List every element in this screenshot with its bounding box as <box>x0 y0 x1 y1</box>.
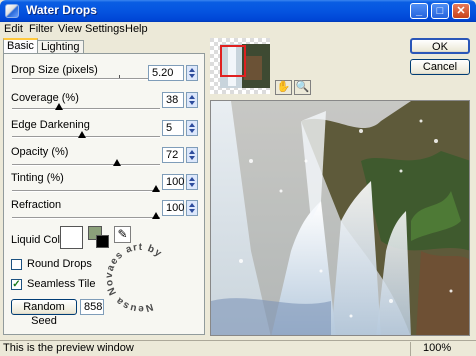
status-bar: This is the preview window 100% <box>0 340 476 356</box>
tinting-label: Tinting (%) <box>11 172 64 184</box>
refraction-slider-track[interactable] <box>12 217 160 219</box>
window-title: Water Drops <box>26 3 97 17</box>
round-drops-checkbox[interactable] <box>11 259 22 270</box>
coverage-label: Coverage (%) <box>11 92 79 104</box>
hand-tool-icon[interactable]: ✋ <box>275 80 292 95</box>
preview-window[interactable] <box>210 100 470 336</box>
edge-darkening-slider-thumb[interactable] <box>78 131 86 138</box>
opacity-label: Opacity (%) <box>11 146 69 158</box>
preview-thumbnail[interactable] <box>210 38 270 94</box>
watermark-signature: Neusa Novaes art by <box>102 240 178 316</box>
menu-help[interactable]: Help <box>125 23 148 35</box>
random-seed-button[interactable]: Random Seed <box>11 299 77 327</box>
menu-filter[interactable]: Filter <box>29 23 53 35</box>
coverage-slider-track[interactable] <box>12 108 160 110</box>
opacity-input[interactable]: 72 <box>162 147 184 163</box>
close-button[interactable]: ✕ <box>452 3 470 19</box>
coverage-slider-thumb[interactable] <box>55 103 63 110</box>
refraction-input[interactable]: 100 <box>162 200 184 216</box>
drop-size-input[interactable]: 5.20 <box>148 65 184 81</box>
zoom-tool-icon[interactable]: 🔍 <box>294 80 311 95</box>
coverage-spinner[interactable] <box>186 92 198 108</box>
round-drops-label: Round Drops <box>27 258 92 270</box>
drop-size-spinner[interactable] <box>186 65 198 81</box>
waterfall-preview-image <box>211 101 469 335</box>
tab-basic[interactable]: Basic <box>3 38 38 54</box>
tinting-slider-track[interactable] <box>12 190 160 192</box>
seamless-tile-label: Seamless Tile <box>27 278 96 290</box>
tinting-spinner[interactable] <box>186 174 198 190</box>
maximize-button[interactable]: □ <box>431 3 449 19</box>
menu-bar: Edit Filter View Settings Help <box>0 22 476 36</box>
edge-darkening-label: Edge Darkening <box>11 119 90 131</box>
liquid-color-swatch[interactable] <box>60 226 83 249</box>
refraction-spinner[interactable] <box>186 200 198 216</box>
tinting-input[interactable]: 100 <box>162 174 184 190</box>
title-bar: Water Drops _ □ ✕ <box>0 0 476 22</box>
refraction-label: Refraction <box>11 199 62 211</box>
ok-button[interactable]: OK <box>410 38 470 54</box>
app-icon <box>5 4 19 18</box>
seamless-tile-checkbox[interactable]: ✓ <box>11 279 22 290</box>
coverage-input[interactable]: 38 <box>162 92 184 108</box>
menu-settings[interactable]: Settings <box>85 23 125 35</box>
drop-size-tick <box>119 75 120 78</box>
svg-text:Neusa Novaes art by: Neusa Novaes art by <box>102 240 178 316</box>
tinting-slider-thumb[interactable] <box>152 185 160 192</box>
tab-lighting[interactable]: Lighting <box>37 40 84 54</box>
opacity-slider-track[interactable] <box>12 164 160 166</box>
menu-edit[interactable]: Edit <box>4 23 23 35</box>
refraction-slider-thumb[interactable] <box>152 212 160 219</box>
edge-darkening-input[interactable]: 5 <box>162 120 184 136</box>
opacity-slider-thumb[interactable] <box>113 159 121 166</box>
cancel-button[interactable]: Cancel <box>410 59 470 75</box>
minimize-button[interactable]: _ <box>410 3 428 19</box>
drop-size-label: Drop Size (pixels) <box>11 64 98 76</box>
menu-view[interactable]: View <box>58 23 82 35</box>
random-seed-input[interactable]: 858 <box>80 299 104 315</box>
edge-darkening-slider-track[interactable] <box>12 136 160 138</box>
edge-darkening-spinner[interactable] <box>186 120 198 136</box>
drop-size-slider-track[interactable] <box>12 78 148 80</box>
basic-panel: Drop Size (pixels) 5.20 Coverage (%) 38 … <box>3 53 205 335</box>
status-text: This is the preview window <box>3 342 134 354</box>
zoom-level: 100% <box>410 342 472 356</box>
opacity-spinner[interactable] <box>186 147 198 163</box>
watermark-text: Neusa Novaes art by <box>102 240 178 316</box>
